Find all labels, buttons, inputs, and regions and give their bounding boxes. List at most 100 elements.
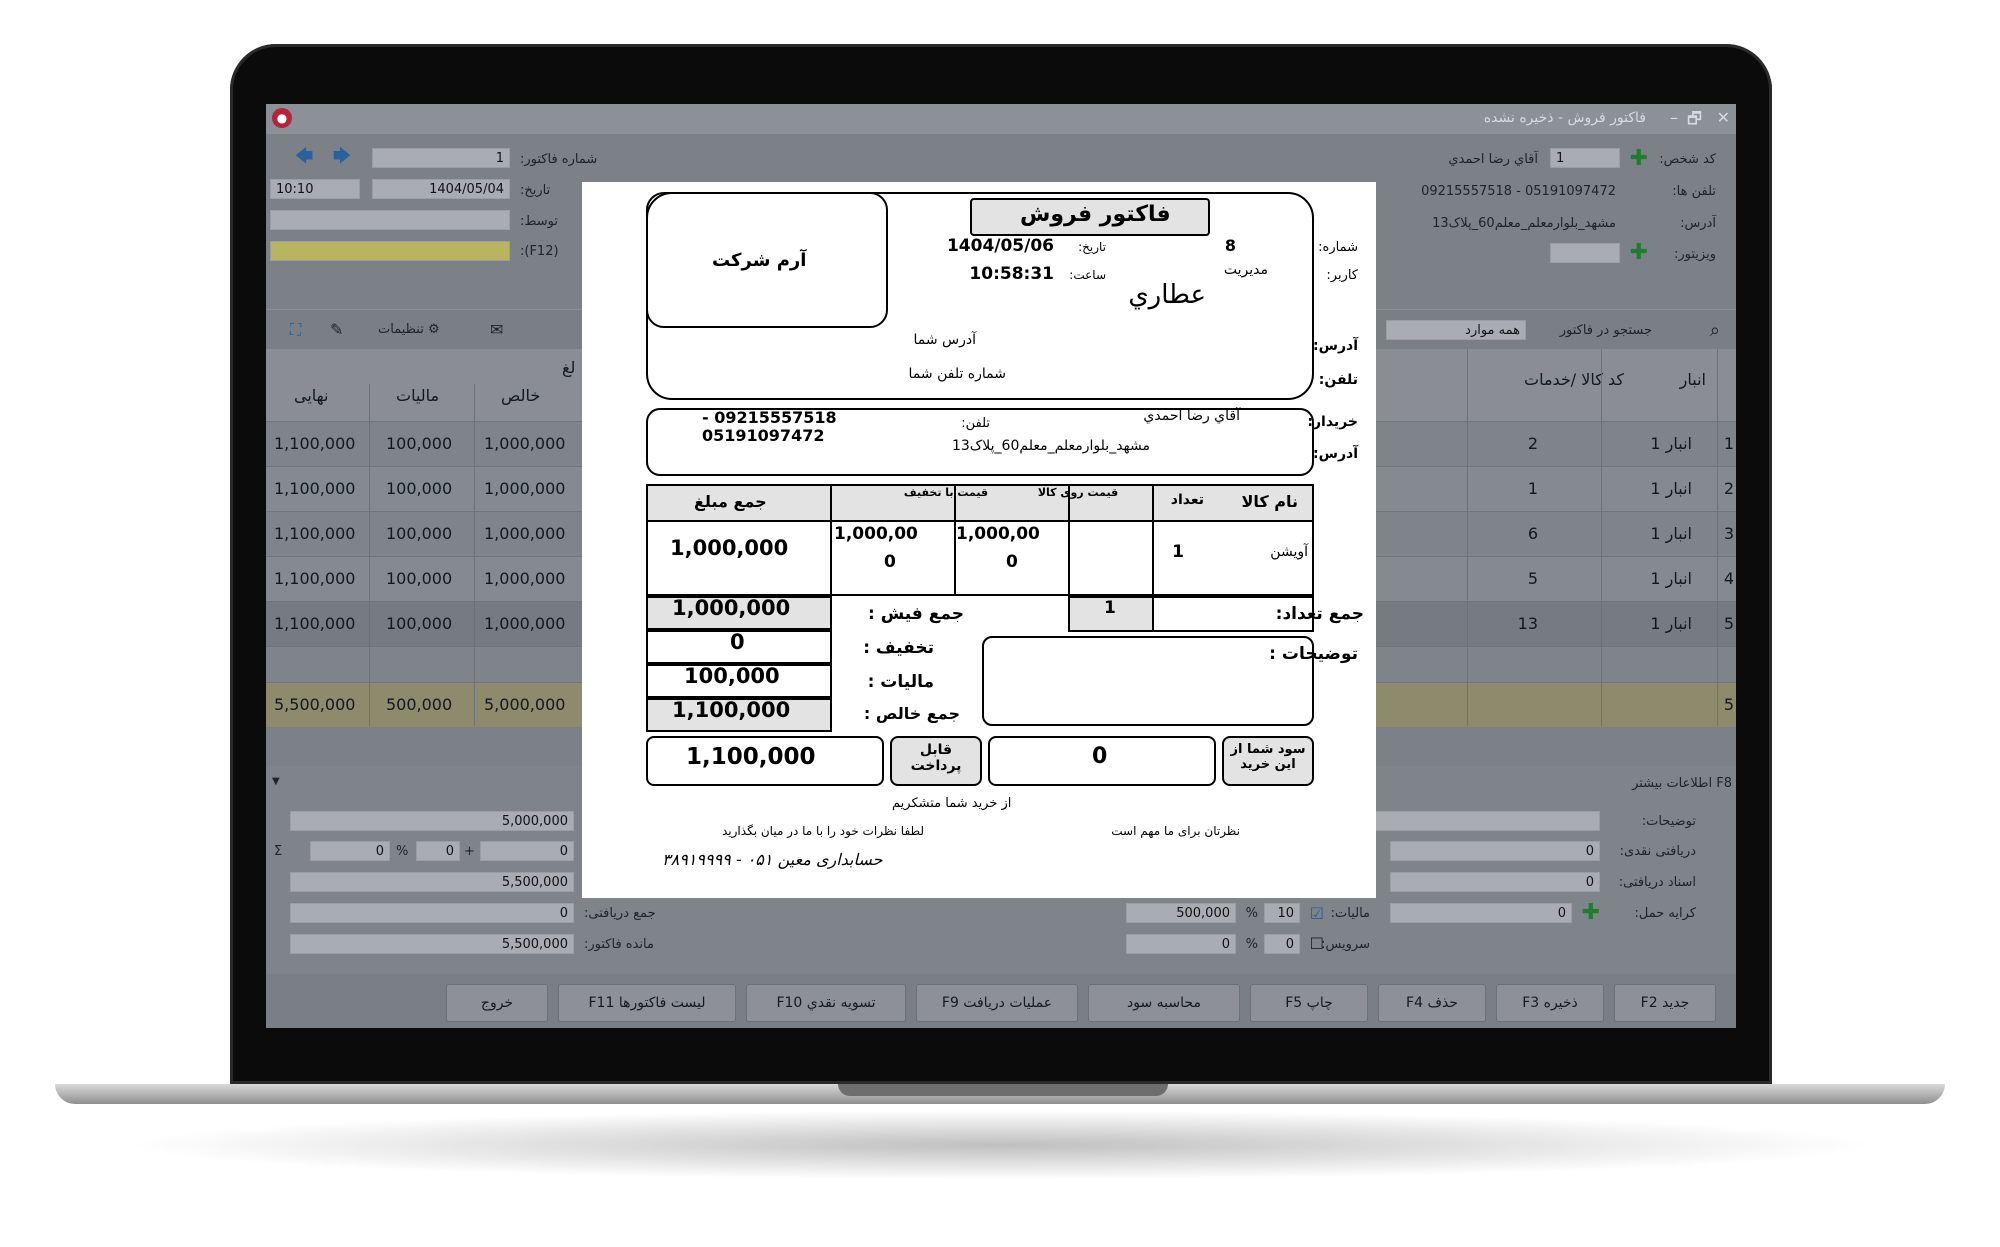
- expand-icon[interactable]: ⛶: [290, 320, 301, 340]
- receipt-address-label: آدرس:: [1313, 338, 1358, 354]
- receipt-number-label: شماره:: [1318, 240, 1358, 255]
- invoice-list-button[interactable]: لیست فاکتورها F11: [558, 984, 736, 1022]
- row-net: 1,000,000: [484, 524, 566, 543]
- collapse-arrow-icon[interactable]: ▼: [272, 776, 280, 787]
- add-visitor-icon[interactable]: ✚: [1630, 242, 1648, 264]
- subtotal-input[interactable]: 5,500,000: [290, 872, 574, 892]
- tax-amount-input[interactable]: 500,000: [1126, 903, 1236, 923]
- address-value: مشهد_بلوارمعلم_معلم60_پلاک13: [1432, 216, 1616, 231]
- add-freight-icon[interactable]: ✚: [1582, 902, 1600, 924]
- row-code: 2: [1527, 434, 1538, 453]
- close-icon[interactable]: ✕: [1717, 108, 1730, 127]
- sum-net-input[interactable]: 5,000,000: [290, 811, 574, 831]
- item-disc-1: 1,000,00: [834, 524, 918, 544]
- visitor-input[interactable]: [1550, 243, 1620, 263]
- next-arrow-icon[interactable]: 🡆: [328, 146, 356, 168]
- settings-button[interactable]: ⚙ تنظیمات: [378, 322, 440, 337]
- col-price: قیمت روی کالا: [1037, 486, 1119, 499]
- shop-name: عطاري: [1128, 280, 1206, 310]
- tax-label: مالیات:: [1330, 906, 1370, 921]
- freight-input[interactable]: 0: [1390, 903, 1572, 923]
- row-final: 1,100,000: [274, 524, 356, 543]
- time-input[interactable]: 10:10: [270, 179, 360, 199]
- table-divider: [1152, 484, 1154, 596]
- docs-received-input[interactable]: 0: [1390, 872, 1600, 892]
- by-input[interactable]: [270, 210, 510, 230]
- total-tax: 500,000: [386, 695, 453, 714]
- receipt-phone-label: تلفن:: [1318, 372, 1358, 388]
- date-label: تاریخ:: [520, 183, 551, 198]
- discount-percent-input[interactable]: 0: [310, 841, 390, 861]
- col-sum: جمع مبلغ: [694, 492, 767, 511]
- exit-button[interactable]: خروج: [446, 984, 548, 1022]
- total-received-label: جمع دریافتی:: [584, 906, 656, 921]
- receipt-date: 1404/05/06: [946, 236, 1054, 256]
- row-code: 6: [1527, 524, 1538, 543]
- edit-icon[interactable]: ✎: [330, 320, 343, 339]
- tax-checkbox[interactable]: ☑: [1310, 904, 1324, 923]
- add-person-icon[interactable]: ✚: [1630, 148, 1648, 170]
- address-label: آدرس:: [1680, 216, 1716, 231]
- new-button[interactable]: جدید F2: [1614, 984, 1716, 1022]
- row-tax: 100,000: [386, 479, 453, 498]
- search-icon[interactable]: ⌕: [1710, 320, 1720, 341]
- f12-input[interactable]: [270, 241, 510, 261]
- service-percent-input[interactable]: 0: [1264, 934, 1300, 954]
- col-item-name: نام کالا: [1241, 492, 1298, 511]
- receipt-number: 8: [1224, 236, 1236, 255]
- col-discounted: قیمت با تخفیف: [903, 486, 989, 499]
- buyer-label: خریدار:: [1307, 414, 1358, 430]
- grid-divider: [369, 384, 370, 726]
- discount-percent-sign: %: [396, 844, 409, 859]
- col-net-header: خالص: [501, 386, 541, 405]
- item-qty: 1: [1172, 542, 1184, 562]
- minimize-icon[interactable]: –: [1670, 108, 1678, 127]
- row-store: انبار 1: [1650, 569, 1692, 588]
- receipt-date-label: تاریخ:: [1078, 240, 1106, 254]
- cash-received-input[interactable]: 0: [1390, 841, 1600, 861]
- receive-ops-button[interactable]: عملیات دریافت F9: [916, 984, 1078, 1022]
- buyer-phone-label: تلفن:: [961, 416, 990, 431]
- by-label: توسط:: [520, 214, 558, 229]
- receipt-user-label: کاربر:: [1326, 268, 1358, 283]
- total-received-input[interactable]: 0: [290, 903, 574, 923]
- receipt-preview: آرم شرکت فاکتور فروش شماره: 8 تاریخ: 140…: [582, 182, 1376, 898]
- signature-text: حسابداری معین ۰۵۱ - ۳۸۹۱۹۹۹۹: [662, 850, 883, 869]
- restore-icon[interactable]: 🗗: [1687, 108, 1702, 135]
- docs-received-label: اسناد دریافتی:: [1618, 875, 1696, 890]
- row-store: انبار 1: [1650, 524, 1692, 543]
- receipt-time: 10:58:31: [969, 264, 1054, 284]
- sigma-icon[interactable]: Σ: [274, 844, 282, 859]
- date-input[interactable]: 1404/05/04: [372, 179, 510, 199]
- item-price-1: 1,000,00: [956, 524, 1040, 544]
- window-title: فاکتور فروش - ذخیره نشده: [1483, 110, 1646, 126]
- buyer-name: آقاي رضا احمدي: [1143, 408, 1240, 424]
- discount-amount-input[interactable]: 0: [480, 841, 574, 861]
- profit-calc-button[interactable]: محاسبه سود: [1088, 984, 1240, 1022]
- row-number: 2: [1723, 479, 1734, 498]
- total-qty-label: جمع تعداد:: [1275, 604, 1364, 624]
- row-tax: 100,000: [386, 569, 453, 588]
- save-button[interactable]: ذخیره F3: [1496, 984, 1604, 1022]
- cash-settle-button[interactable]: تسویه نقدي F10: [746, 984, 906, 1022]
- more-info-title: F8 اطلاعات بیشتر: [1632, 776, 1732, 791]
- tax-percent-input[interactable]: 10: [1264, 903, 1300, 923]
- print-button[interactable]: چاپ F5: [1250, 984, 1368, 1022]
- buyer-address: مشهد_بلوارمعلم_معلم60_پلاک13: [951, 438, 1150, 454]
- notes-label: توضیحات:: [1641, 814, 1696, 829]
- invoice-number-input[interactable]: 1: [372, 148, 510, 168]
- delete-button[interactable]: حذف F4: [1378, 984, 1486, 1022]
- item-sum: 1,000,000: [670, 536, 789, 560]
- discount-value-input[interactable]: 0: [416, 841, 460, 861]
- service-percent-sign: %: [1245, 937, 1258, 952]
- grid-divider: [1717, 349, 1718, 726]
- service-checkbox[interactable]: ☐: [1310, 934, 1324, 953]
- balance-input[interactable]: 5,500,000: [290, 934, 574, 954]
- person-code-input[interactable]: 1: [1550, 148, 1620, 168]
- payable-label: قابل پرداخت: [910, 742, 962, 774]
- service-amount-input[interactable]: 0: [1126, 934, 1236, 954]
- mail-icon[interactable]: ✉: [490, 320, 503, 339]
- previous-arrow-icon[interactable]: 🡄: [290, 146, 318, 168]
- search-scope-select[interactable]: همه موارد: [1386, 320, 1526, 340]
- grid-divider: [1601, 349, 1602, 726]
